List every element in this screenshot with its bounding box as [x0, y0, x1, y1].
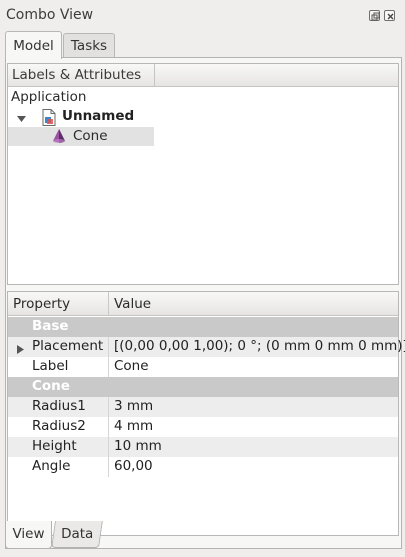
tree-header-label: Labels & Attributes [12, 67, 142, 83]
property-row-label[interactable]: Label Cone [8, 357, 398, 377]
header-divider[interactable] [108, 292, 109, 316]
property-row-radius1[interactable]: Radius1 3 mm [8, 397, 398, 417]
property-name: Radius1 [32, 398, 86, 414]
tree-item-cone[interactable]: Cone [8, 127, 154, 146]
group-name: Cone [32, 378, 70, 394]
column-divider [108, 337, 109, 357]
cone-icon [51, 128, 67, 148]
property-value[interactable]: [(0,00 0,00 1,00); 0 °; (0 mm 0 mm 0 mm)… [114, 338, 405, 354]
tab-tasks-label: Tasks [70, 38, 108, 54]
header-property[interactable]: Property [13, 296, 70, 312]
tab-data-label: Data [60, 526, 94, 542]
property-name: Radius2 [32, 418, 86, 434]
tab-model[interactable]: Model [5, 31, 62, 59]
property-name: Label [32, 358, 69, 374]
property-name: Placement [32, 338, 104, 354]
tree-item-document[interactable]: Unnamed [17, 108, 217, 127]
group-name: Base [32, 318, 69, 334]
tab-tasks[interactable]: Tasks [63, 33, 115, 58]
property-name: Angle [32, 458, 71, 474]
property-value[interactable]: Cone [114, 358, 149, 374]
tree-column-header[interactable]: Labels & Attributes [8, 64, 155, 87]
dock-title: Combo View [6, 7, 94, 23]
tab-view[interactable]: View [5, 521, 52, 549]
column-divider [108, 357, 109, 377]
property-value[interactable]: 10 mm [114, 438, 162, 454]
column-divider [108, 437, 109, 457]
model-panel: Labels & Attributes Application Unnamed [5, 57, 405, 549]
tree-header-filler [155, 64, 398, 87]
splitter-handle[interactable] [201, 287, 209, 298]
tab-model-label: Model [13, 38, 54, 54]
header-value[interactable]: Value [114, 296, 151, 312]
property-value[interactable]: 4 mm [114, 418, 153, 434]
column-divider [108, 417, 109, 437]
tab-data[interactable]: Data [51, 521, 103, 548]
property-view[interactable]: Property Value Base Placement [(0,00 0,0… [7, 291, 405, 536]
float-window-icon[interactable] [369, 10, 380, 21]
tab-view-label: View [12, 526, 45, 542]
tree-item-document-label: Unnamed [62, 108, 135, 124]
property-table-header: Property Value [8, 292, 398, 316]
property-row-placement[interactable]: Placement [(0,00 0,00 1,00); 0 °; (0 mm … [8, 337, 405, 358]
column-divider [108, 457, 109, 477]
triangle-right-icon[interactable] [17, 342, 24, 358]
column-divider [108, 397, 109, 417]
property-row-height[interactable]: Height 10 mm [8, 437, 398, 457]
tree-view[interactable]: Labels & Attributes Application Unnamed [7, 63, 399, 285]
property-row-radius2[interactable]: Radius2 4 mm [8, 417, 398, 437]
tree-item-cone-label: Cone [73, 128, 108, 144]
dock-titlebar: Combo View [0, 0, 405, 30]
property-row-angle[interactable]: Angle 60,00 [8, 457, 398, 477]
group-row-base[interactable]: Base [8, 317, 398, 337]
tree-item-application[interactable]: Application [11, 89, 86, 108]
triangle-down-icon[interactable] [17, 112, 26, 122]
property-value[interactable]: 60,00 [114, 458, 153, 474]
property-name: Height [32, 438, 77, 454]
group-row-cone[interactable]: Cone [8, 377, 398, 397]
close-window-icon[interactable] [384, 10, 395, 21]
property-value[interactable]: 3 mm [114, 398, 153, 414]
tree-item-application-label: Application [11, 89, 87, 105]
